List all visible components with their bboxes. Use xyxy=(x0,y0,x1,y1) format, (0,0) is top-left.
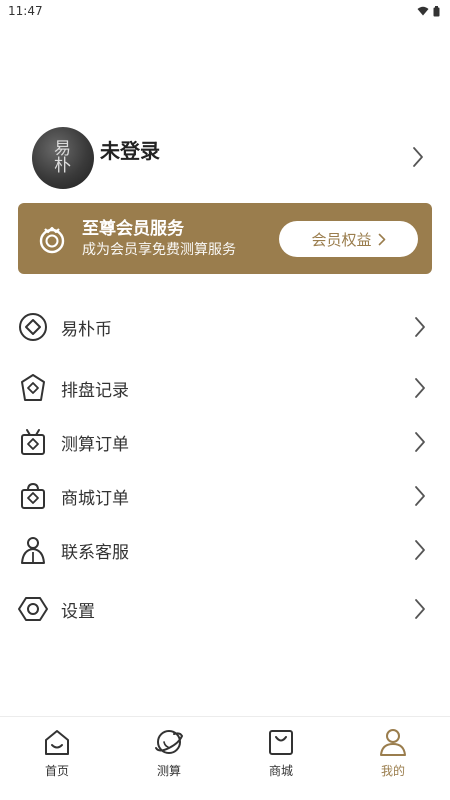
menu-label: 设置 xyxy=(61,601,95,622)
settings-hex-icon xyxy=(18,597,48,621)
tab-label: 首页 xyxy=(44,764,69,778)
menu-label: 测算订单 xyxy=(61,434,129,455)
menu-label: 商城订单 xyxy=(61,488,129,509)
menu-label: 排盘记录 xyxy=(61,380,129,401)
home-icon xyxy=(45,730,69,755)
vip-subtitle: 成为会员享免费测算服务 xyxy=(82,241,236,258)
vip-banner[interactable]: 至尊会员服务 成为会员享免费测算服务 会员权益 xyxy=(18,203,432,274)
member-benefits-label: 会员权益 xyxy=(311,230,372,249)
tab-label: 测算 xyxy=(156,764,181,778)
chevron-right-icon xyxy=(415,599,425,619)
menu-label: 易朴币 xyxy=(61,319,112,340)
bottom-tab-bar: 首页 测算 商城 我的 xyxy=(0,716,450,800)
menu-label: 联系客服 xyxy=(61,542,129,563)
menu-item-settings[interactable]: 设置 xyxy=(0,582,450,636)
tab-home[interactable]: 首页 xyxy=(1,727,113,787)
vip-text: 至尊会员服务 成为会员享免费测算服务 xyxy=(82,218,236,260)
status-icons xyxy=(417,5,440,17)
chevron-right-icon xyxy=(415,432,425,452)
calc-order-icon xyxy=(21,429,45,455)
chevron-right-icon xyxy=(415,540,425,560)
shop-bag-icon xyxy=(21,482,45,509)
tab-mine[interactable]: 我的 xyxy=(337,727,449,787)
menu-item-shop-orders[interactable]: 商城订单 xyxy=(0,469,450,523)
chevron-right-icon xyxy=(413,147,423,167)
diamond-coin-icon xyxy=(19,313,47,341)
tab-label: 我的 xyxy=(380,764,405,778)
vip-ring-icon xyxy=(39,226,65,253)
menu-item-customer-service[interactable]: 联系客服 xyxy=(0,523,450,577)
menu-item-calc-orders[interactable]: 测算订单 xyxy=(0,415,450,469)
vip-title: 至尊会员服务 xyxy=(82,218,184,239)
status-bar: 11:47 xyxy=(0,0,450,22)
bag-icon xyxy=(269,730,293,755)
profile-header[interactable]: 易 朴 未登录 xyxy=(32,127,432,189)
tab-shop[interactable]: 商城 xyxy=(225,727,337,787)
wifi-icon xyxy=(417,6,429,16)
chevron-right-icon xyxy=(415,317,425,337)
chevron-right-icon xyxy=(378,233,385,245)
avatar[interactable]: 易 朴 xyxy=(32,127,94,189)
menu-item-records[interactable]: 排盘记录 xyxy=(0,361,450,415)
customer-service-icon xyxy=(21,537,45,564)
tab-calculate[interactable]: 测算 xyxy=(113,727,225,787)
menu-item-coins[interactable]: 易朴币 xyxy=(0,300,450,354)
member-benefits-button[interactable]: 会员权益 xyxy=(279,221,418,257)
battery-icon xyxy=(433,5,440,16)
avatar-logo: 易 朴 xyxy=(54,139,72,176)
tab-label: 商城 xyxy=(268,764,293,778)
record-tag-icon xyxy=(21,374,45,401)
status-time: 11:47 xyxy=(8,4,43,18)
chevron-right-icon xyxy=(415,486,425,506)
chevron-right-icon xyxy=(415,378,425,398)
username-label: 未登录 xyxy=(100,138,160,163)
user-icon xyxy=(380,729,406,756)
planet-icon xyxy=(155,730,184,754)
